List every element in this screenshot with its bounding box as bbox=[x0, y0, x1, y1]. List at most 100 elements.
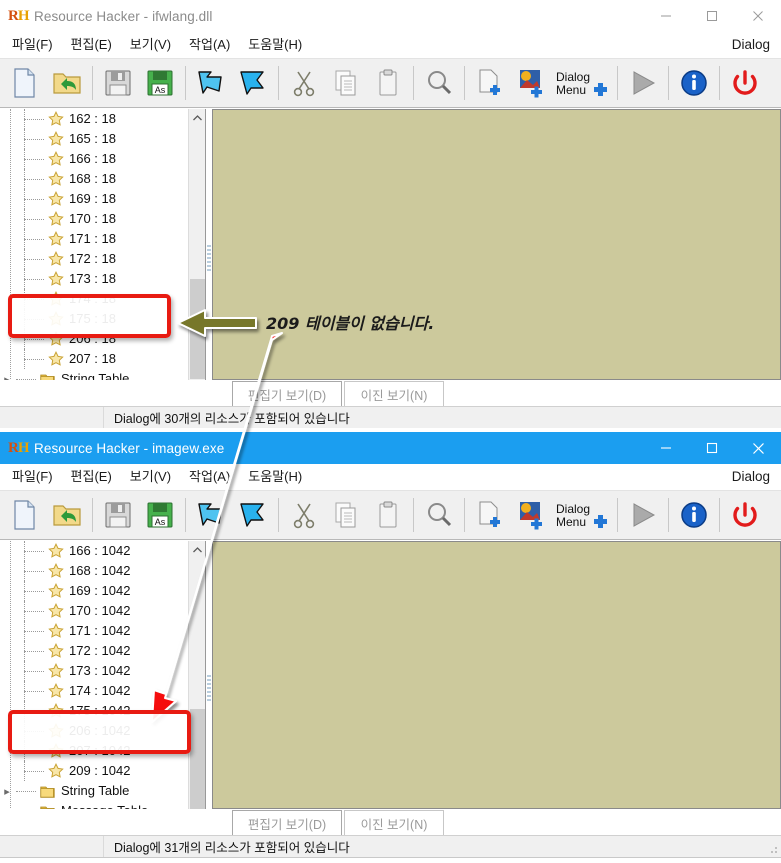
maximize-icon[interactable] bbox=[689, 0, 735, 32]
toolbar-separator bbox=[617, 66, 618, 100]
run-script-icon[interactable] bbox=[622, 493, 664, 537]
tree-connector bbox=[0, 661, 48, 681]
titlebar-imagew[interactable]: RH Resource Hacker - imagew.exe bbox=[0, 432, 781, 464]
tree-row[interactable]: ▸ String Table bbox=[0, 781, 188, 801]
add-image-icon[interactable] bbox=[511, 61, 553, 105]
find-icon[interactable] bbox=[418, 61, 460, 105]
tree-row[interactable]: 209 : 1042 bbox=[0, 761, 188, 781]
tree-row[interactable]: 170 : 1042 bbox=[0, 601, 188, 621]
tree-vscrollbar-ifwlang[interactable] bbox=[188, 109, 205, 405]
tree-row[interactable]: 169 : 1042 bbox=[0, 581, 188, 601]
minimize-icon[interactable] bbox=[643, 0, 689, 32]
save-as-icon[interactable]: As bbox=[139, 493, 181, 537]
paste-icon[interactable] bbox=[367, 493, 409, 537]
tree-scroll-area[interactable]: 166 : 1042 168 : 1042 169 : 1042 170 : 1042… bbox=[0, 541, 188, 834]
run-script-icon[interactable] bbox=[622, 61, 664, 105]
toolbar-separator bbox=[92, 498, 93, 532]
menu-help[interactable]: 도움말(H) bbox=[239, 32, 311, 58]
menu-edit[interactable]: 편집(E) bbox=[62, 32, 121, 58]
menu-file[interactable]: 파일(F) bbox=[3, 464, 62, 490]
copy-icon[interactable] bbox=[325, 61, 367, 105]
cut-icon[interactable] bbox=[283, 493, 325, 537]
save-icon[interactable] bbox=[97, 61, 139, 105]
tab-editor-view[interactable]: 편집기 보기(D) bbox=[232, 810, 342, 835]
tree-row[interactable]: 162 : 18 bbox=[0, 109, 188, 129]
tab-editor-view-label: 편집기 보기(D) bbox=[247, 388, 327, 403]
import-arrow-icon[interactable] bbox=[190, 61, 232, 105]
save-as-icon[interactable]: As bbox=[139, 61, 181, 105]
tree-row[interactable]: 170 : 18 bbox=[0, 209, 188, 229]
new-file-icon[interactable] bbox=[4, 61, 46, 105]
tree-scroll-area[interactable]: 162 : 18 165 : 18 166 : 18 168 : 18 169 : 18… bbox=[0, 109, 188, 405]
tab-binary-view[interactable]: 이진 보기(N) bbox=[344, 381, 444, 406]
add-image-icon[interactable] bbox=[511, 493, 553, 537]
menu-help[interactable]: 도움말(H) bbox=[239, 464, 311, 490]
exit-icon[interactable] bbox=[724, 493, 766, 537]
add-resource-icon[interactable] bbox=[469, 493, 511, 537]
chevron-right-icon[interactable]: ▸ bbox=[0, 785, 14, 798]
resource-tree-ifwlang[interactable]: 162 : 18 165 : 18 166 : 18 168 : 18 169 : 18… bbox=[0, 109, 206, 406]
menu-file[interactable]: 파일(F) bbox=[3, 32, 62, 58]
open-folder-icon[interactable] bbox=[46, 61, 88, 105]
tree-row[interactable]: 168 : 1042 bbox=[0, 561, 188, 581]
scroll-up-icon[interactable] bbox=[189, 541, 205, 558]
menu-edit[interactable]: 편집(E) bbox=[62, 464, 121, 490]
tree-vscrollbar-imagew[interactable] bbox=[188, 541, 205, 834]
menu-action[interactable]: 작업(A) bbox=[180, 32, 239, 58]
cut-icon[interactable] bbox=[283, 61, 325, 105]
scroll-thumb[interactable] bbox=[190, 709, 205, 817]
info-icon[interactable] bbox=[673, 61, 715, 105]
menu-view[interactable]: 보기(V) bbox=[121, 32, 180, 58]
close-icon[interactable] bbox=[735, 432, 781, 464]
toolbar-separator bbox=[92, 66, 93, 100]
resource-tree-imagew[interactable]: 166 : 1042 168 : 1042 169 : 1042 170 : 1042… bbox=[0, 541, 206, 835]
minimize-icon[interactable] bbox=[643, 432, 689, 464]
tab-editor-view[interactable]: 편집기 보기(D) bbox=[232, 381, 342, 406]
body-imagew: 166 : 1042 168 : 1042 169 : 1042 170 : 1042… bbox=[0, 541, 781, 835]
tree-row[interactable]: 166 : 18 bbox=[0, 149, 188, 169]
maximize-icon[interactable] bbox=[689, 432, 735, 464]
tree-row[interactable]: 174 : 1042 bbox=[0, 681, 188, 701]
tree-row[interactable]: 172 : 18 bbox=[0, 249, 188, 269]
scroll-up-icon[interactable] bbox=[189, 109, 205, 126]
scroll-thumb[interactable] bbox=[190, 279, 205, 379]
tree-row-label: 165 : 18 bbox=[69, 131, 116, 146]
resource-preview-ifwlang bbox=[212, 109, 781, 380]
close-icon[interactable] bbox=[735, 0, 781, 32]
tree-row[interactable]: 172 : 1042 bbox=[0, 641, 188, 661]
info-icon[interactable] bbox=[673, 493, 715, 537]
menubar-ifwlang: 파일(F) 편집(E) 보기(V) 작업(A) 도움말(H) Dialog bbox=[0, 32, 781, 58]
titlebar-ifwlang[interactable]: RH Resource Hacker - ifwlang.dll bbox=[0, 0, 781, 32]
export-arrow-icon[interactable] bbox=[232, 493, 274, 537]
tree-connector bbox=[0, 621, 48, 641]
copy-icon[interactable] bbox=[325, 493, 367, 537]
tree-row[interactable]: 173 : 1042 bbox=[0, 661, 188, 681]
tree-connector bbox=[0, 209, 48, 229]
import-arrow-icon[interactable] bbox=[190, 493, 232, 537]
tree-row[interactable]: 171 : 1042 bbox=[0, 621, 188, 641]
svg-text:Dialog: Dialog bbox=[556, 502, 590, 516]
tree-row[interactable]: 169 : 18 bbox=[0, 189, 188, 209]
tree-row[interactable]: 165 : 18 bbox=[0, 129, 188, 149]
add-dialog-menu-icon[interactable]: Dialog Menu bbox=[553, 61, 613, 105]
tree-row[interactable]: 166 : 1042 bbox=[0, 541, 188, 561]
find-icon[interactable] bbox=[418, 493, 460, 537]
tree-row[interactable]: 207 : 18 bbox=[0, 349, 188, 369]
tree-row[interactable]: 173 : 18 bbox=[0, 269, 188, 289]
tree-row[interactable]: 168 : 18 bbox=[0, 169, 188, 189]
exit-icon[interactable] bbox=[724, 61, 766, 105]
open-folder-icon[interactable] bbox=[46, 493, 88, 537]
add-resource-icon[interactable] bbox=[469, 61, 511, 105]
resource-star-icon bbox=[48, 111, 64, 126]
new-file-icon[interactable] bbox=[4, 493, 46, 537]
save-icon[interactable] bbox=[97, 493, 139, 537]
paste-icon[interactable] bbox=[367, 61, 409, 105]
menu-action[interactable]: 작업(A) bbox=[180, 464, 239, 490]
menu-view[interactable]: 보기(V) bbox=[121, 464, 180, 490]
add-dialog-menu-icon[interactable]: Dialog Menu bbox=[553, 493, 613, 537]
tree-connector bbox=[0, 761, 48, 781]
export-arrow-icon[interactable] bbox=[232, 61, 274, 105]
tree-row[interactable]: 171 : 18 bbox=[0, 229, 188, 249]
resize-grip-icon[interactable] bbox=[767, 843, 779, 855]
tab-binary-view[interactable]: 이진 보기(N) bbox=[344, 810, 444, 835]
